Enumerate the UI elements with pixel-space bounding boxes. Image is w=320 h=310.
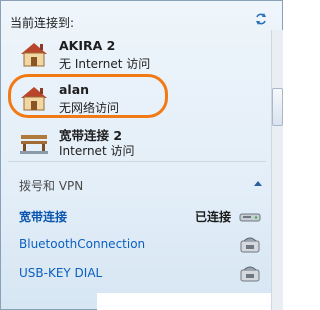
- dialup-item-broadband[interactable]: 宽带连接 已连接: [19, 206, 269, 228]
- dialup-item-usb-key[interactable]: USB-KEY DIAL: [19, 264, 269, 286]
- scrollbar-track[interactable]: [271, 30, 283, 310]
- dialup-status: 已连接: [195, 210, 232, 224]
- network-item-broadband-2[interactable]: 宽带连接 2 Internet 访问: [16, 125, 266, 165]
- scrollbar-thumb[interactable]: [272, 88, 283, 126]
- dialup-label[interactable]: USB-KEY DIAL: [19, 266, 102, 280]
- dialup-item-bluetooth[interactable]: BluetoothConnection: [19, 235, 269, 257]
- network-status: Internet 访问: [59, 144, 135, 158]
- dialup-label[interactable]: 宽带连接: [19, 208, 67, 225]
- network-name: alan: [59, 82, 90, 97]
- house-network-icon: [21, 43, 47, 67]
- bench-network-icon: [20, 135, 48, 154]
- network-item-akira[interactable]: AKIRA 2 无 Internet 访问: [16, 38, 266, 78]
- background-area: [97, 293, 283, 310]
- network-status: 无 Internet 访问: [59, 57, 151, 71]
- network-name: AKIRA 2: [59, 38, 116, 53]
- currently-connected-header: 当前连接到:: [10, 16, 75, 30]
- section-divider: [8, 161, 266, 162]
- refresh-icon[interactable]: [254, 12, 268, 26]
- network-status: 无网络访问: [59, 101, 120, 115]
- phone-modem-icon: [240, 237, 260, 253]
- network-item-alan[interactable]: alan 无网络访问: [16, 82, 266, 122]
- house-network-icon: [21, 87, 47, 111]
- phone-modem-icon: [240, 266, 260, 282]
- dialup-vpn-section-title: 拨号和 VPN: [19, 179, 84, 193]
- dialup-label[interactable]: BluetoothConnection: [19, 237, 145, 251]
- chevron-up-icon[interactable]: [254, 180, 262, 186]
- modem-icon: [239, 213, 261, 222]
